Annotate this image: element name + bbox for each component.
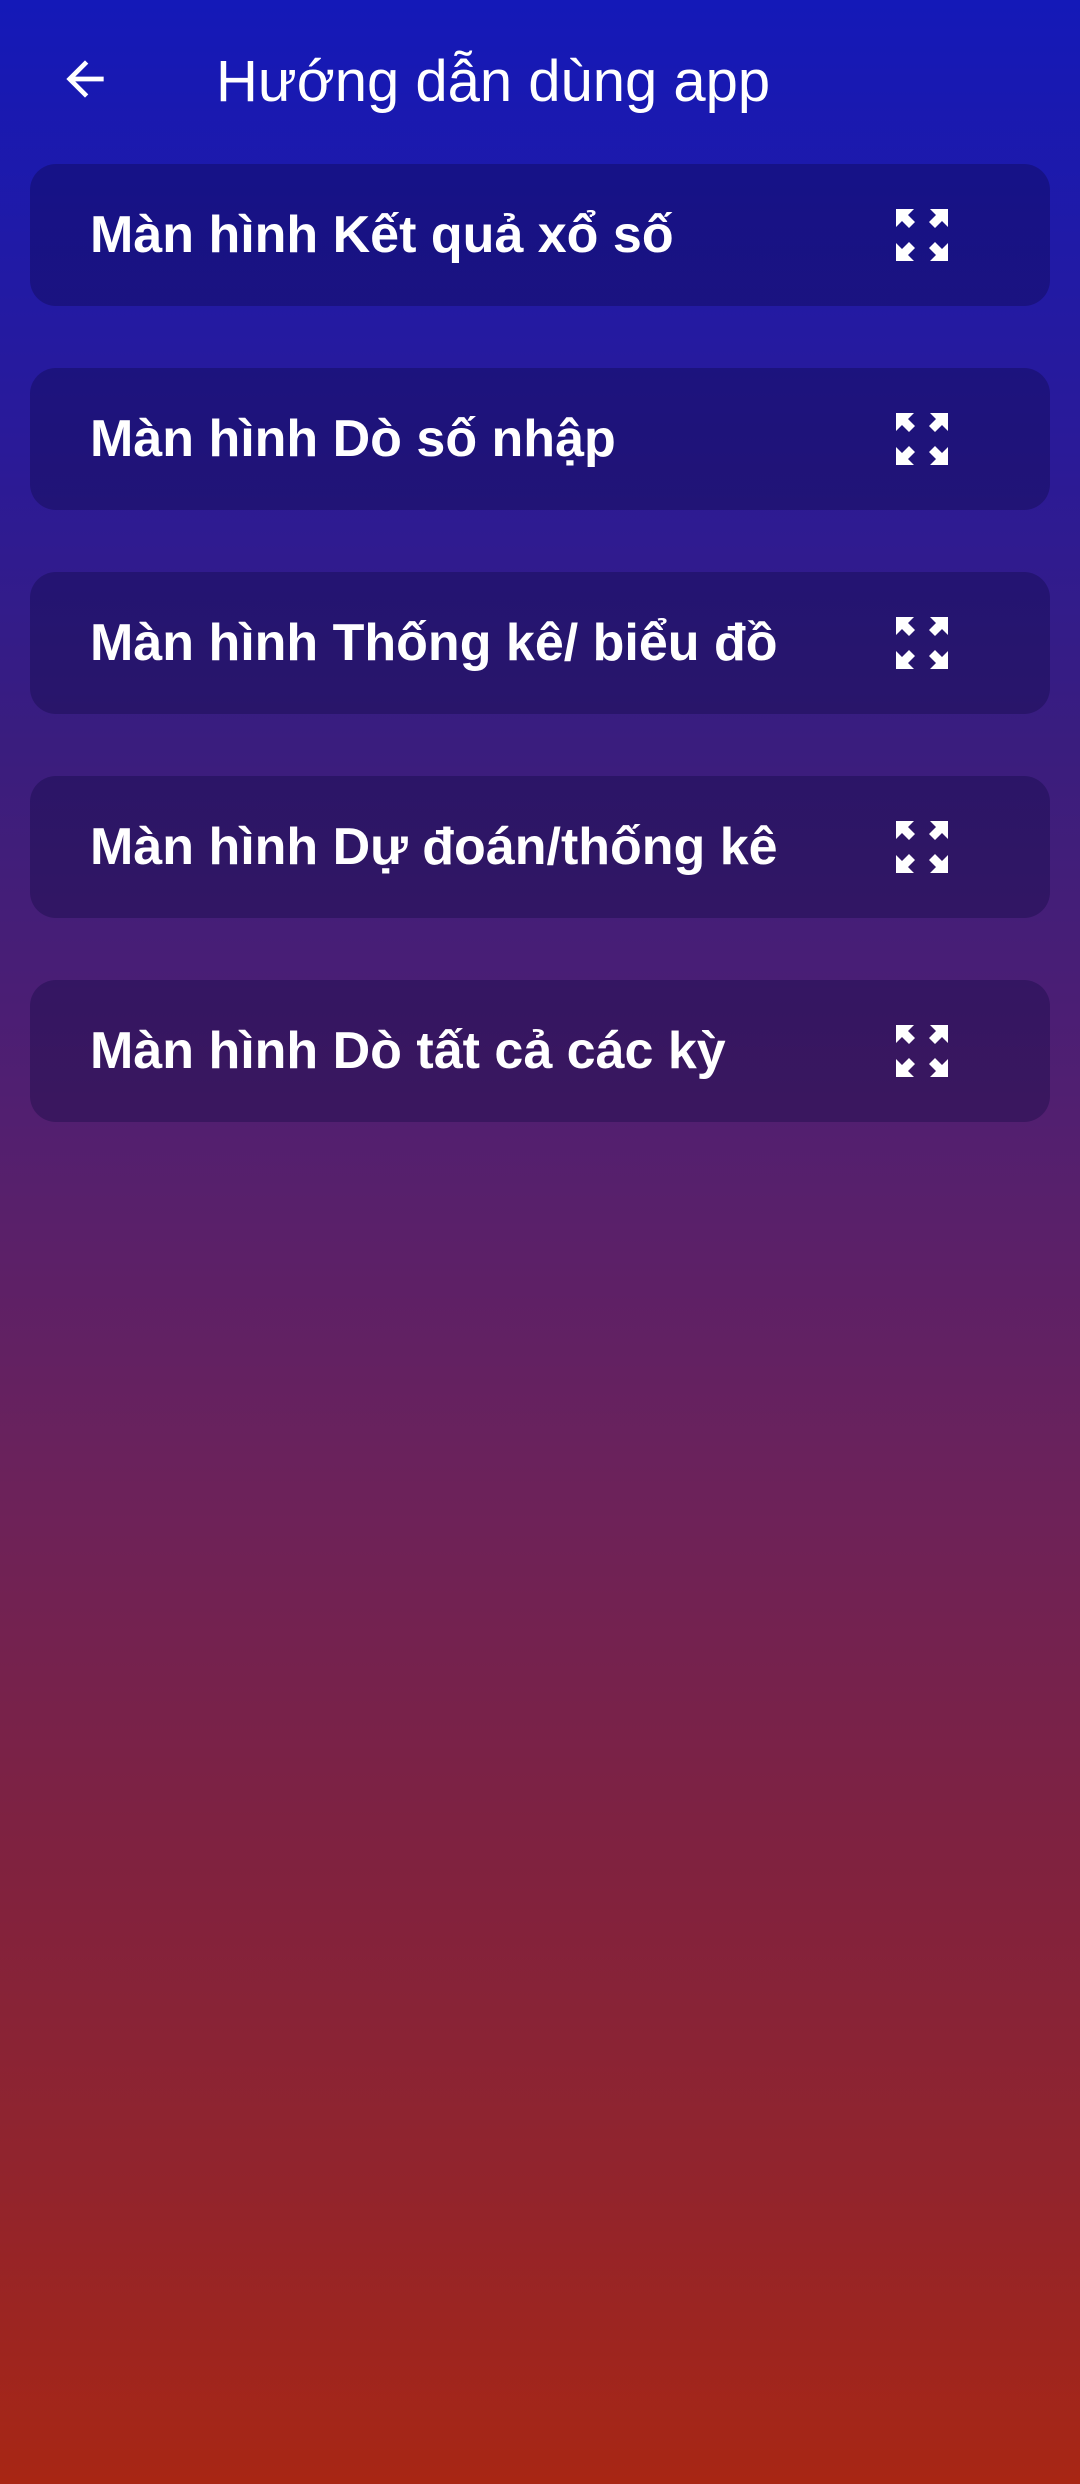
guide-item-do-so-nhap[interactable]: Màn hình Dò số nhập [30, 368, 1050, 510]
fullscreen-icon [896, 1025, 948, 1077]
expand-icon[interactable] [894, 1023, 950, 1079]
guide-item-du-doan-thong-ke[interactable]: Màn hình Dự đoán/thống kê [30, 776, 1050, 918]
expand-icon[interactable] [894, 615, 950, 671]
app-bar: Hướng dẫn dùng app [0, 0, 1080, 164]
fullscreen-icon [896, 209, 948, 261]
fullscreen-icon [896, 617, 948, 669]
guide-item-label: Màn hình Dò số nhập [90, 410, 616, 468]
expand-icon[interactable] [894, 411, 950, 467]
expand-icon[interactable] [894, 819, 950, 875]
guide-item-label: Màn hình Dò tất cả các kỳ [90, 1022, 726, 1080]
fullscreen-icon [896, 821, 948, 873]
back-button[interactable] [40, 34, 130, 124]
guide-item-do-tat-ca-cac-ky[interactable]: Màn hình Dò tất cả các kỳ [30, 980, 1050, 1122]
guide-item-label: Màn hình Thống kê/ biểu đồ [90, 614, 778, 672]
guide-item-label: Màn hình Dự đoán/thống kê [90, 818, 778, 876]
guide-item-ket-qua-xo-so[interactable]: Màn hình Kết quả xổ số [30, 164, 1050, 306]
guide-item-thong-ke-bieu-do[interactable]: Màn hình Thống kê/ biểu đồ [30, 572, 1050, 714]
guide-item-label: Màn hình Kết quả xổ số [90, 206, 674, 264]
guide-list: Màn hình Kết quả xổ số Màn hình Dò số nh… [30, 164, 1050, 1184]
fullscreen-icon [896, 413, 948, 465]
arrow-left-icon [66, 60, 104, 98]
page-title: Hướng dẫn dùng app [216, 49, 771, 114]
expand-icon[interactable] [894, 207, 950, 263]
